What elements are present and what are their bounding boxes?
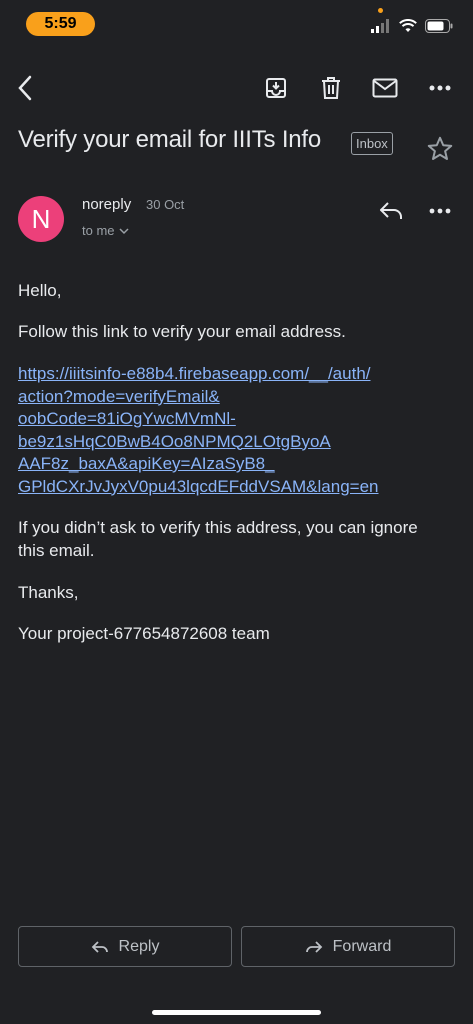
back-arrow-icon bbox=[18, 75, 32, 101]
archive-icon bbox=[266, 78, 286, 98]
body-thanks: Thanks, bbox=[18, 583, 79, 602]
privacy-indicator-dot bbox=[378, 8, 383, 13]
reply-button-top[interactable] bbox=[376, 198, 406, 224]
forward-icon bbox=[305, 940, 322, 953]
battery-icon bbox=[425, 19, 453, 33]
back-button[interactable] bbox=[6, 68, 46, 108]
star-icon bbox=[427, 136, 453, 160]
more-horizontal-icon bbox=[429, 208, 451, 214]
home-indicator[interactable] bbox=[152, 1010, 321, 1015]
sender-name: noreply bbox=[82, 196, 132, 213]
recipient-label: to me bbox=[82, 223, 115, 238]
reply-icon bbox=[380, 202, 402, 219]
forward-button[interactable]: Forward bbox=[241, 926, 455, 967]
message-more-button[interactable] bbox=[424, 198, 456, 224]
recipient-details[interactable]: to me bbox=[82, 223, 129, 238]
star-button[interactable] bbox=[425, 134, 455, 164]
link-line[interactable]: action?mode=verifyEmail& bbox=[18, 386, 458, 409]
chevron-down-icon bbox=[118, 227, 129, 234]
trash-icon bbox=[322, 77, 340, 99]
body-ignore-note: If you didn’t ask to verify this address… bbox=[18, 518, 418, 560]
link-line[interactable]: oobCode=81iOgYwcMVmNl- bbox=[18, 408, 458, 431]
email-subject: Verify your email for IIITs Info bbox=[18, 126, 322, 153]
forward-label: Forward bbox=[332, 937, 392, 955]
archive-button[interactable] bbox=[256, 68, 296, 108]
link-line[interactable]: https://iiitsinfo-e88b4.firebaseapp.com/… bbox=[18, 363, 458, 386]
more-options-button[interactable] bbox=[420, 68, 460, 108]
inbox-label-chip[interactable]: Inbox bbox=[351, 132, 393, 155]
more-horizontal-icon bbox=[429, 85, 451, 91]
reply-button[interactable]: Reply bbox=[18, 926, 232, 967]
sent-date: 30 Oct bbox=[146, 197, 185, 212]
reply-label: Reply bbox=[118, 937, 160, 955]
sender-avatar[interactable]: N bbox=[18, 196, 64, 242]
mark-unread-button[interactable] bbox=[365, 68, 405, 108]
status-time: 5:59 bbox=[26, 12, 95, 36]
status-icons bbox=[371, 19, 453, 33]
verification-link[interactable]: https://iiitsinfo-e88b4.firebaseapp.com/… bbox=[18, 363, 458, 498]
mail-icon bbox=[372, 78, 398, 98]
link-line[interactable]: GPldCXrJvJyxV0pu43lqcdEFddVSAM&lang=en bbox=[18, 476, 458, 499]
link-line[interactable]: be9z1sHqC0BwB4Oo8NPMQ2LOtgByoA bbox=[18, 431, 458, 454]
delete-button[interactable] bbox=[311, 68, 351, 108]
body-greeting: Hello, bbox=[18, 281, 62, 300]
cellular-signal-icon bbox=[371, 19, 389, 33]
body-instruction: Follow this link to verify your email ad… bbox=[18, 322, 346, 341]
body-signature: Your project-677654872608 team bbox=[18, 624, 270, 643]
link-line[interactable]: AAF8z_baxA&apiKey=AIzaSyB8_ bbox=[18, 453, 458, 476]
wifi-icon bbox=[399, 19, 417, 32]
email-toolbar bbox=[0, 68, 473, 108]
reply-icon bbox=[91, 940, 108, 953]
